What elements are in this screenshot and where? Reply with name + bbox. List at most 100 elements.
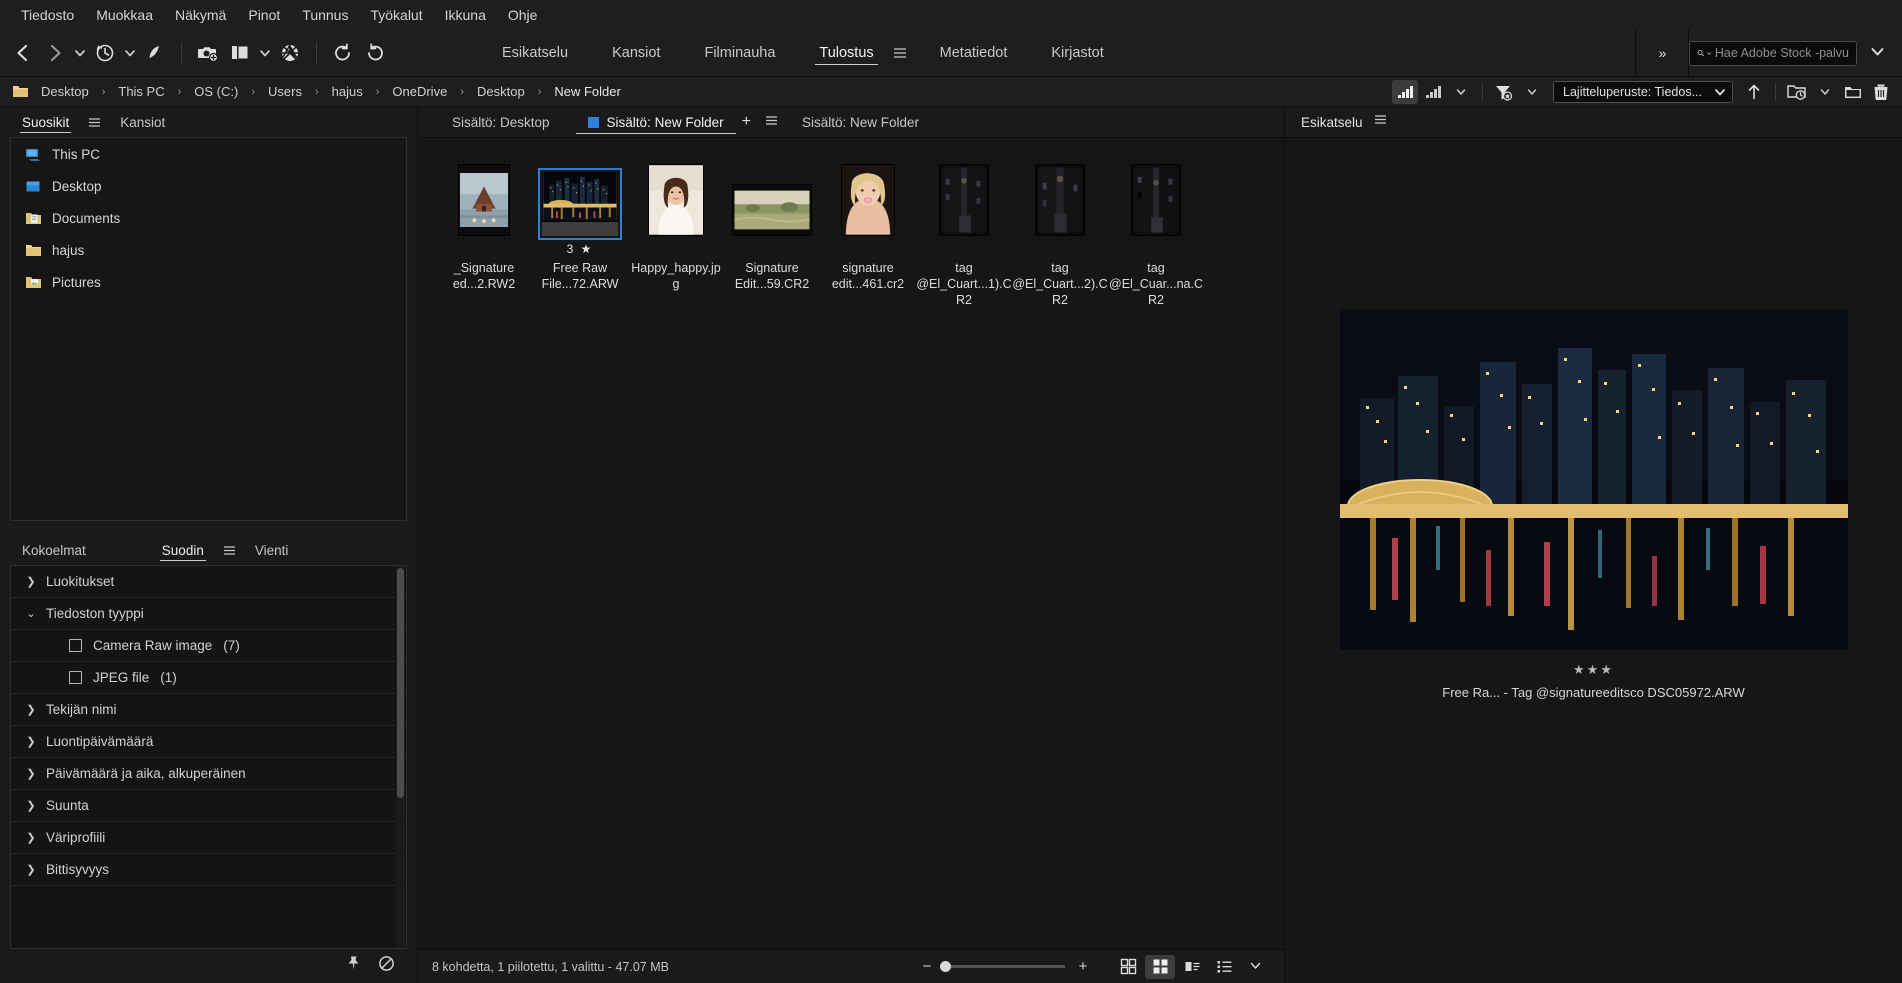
filter-funnel-icon[interactable] — [1491, 80, 1517, 104]
add-content-tab-button[interactable]: + — [736, 113, 757, 131]
breadcrumb-item-this-pc[interactable]: This PC — [112, 84, 170, 99]
tab-suodin[interactable]: Suodin — [152, 535, 214, 565]
breadcrumb-item-hajus[interactable]: hajus — [326, 84, 369, 99]
checkbox-camera-raw[interactable] — [69, 639, 82, 652]
tab-kokoelmat[interactable]: Kokoelmat — [12, 535, 96, 565]
favorite-item-documents[interactable]: Documents — [11, 202, 406, 234]
filter-option-jpeg[interactable]: JPEG file (1) — [11, 662, 406, 694]
view-options-chevron-down-icon[interactable] — [1241, 959, 1270, 975]
content-tab-new-folder-2[interactable]: Sisältö: New Folder — [790, 107, 931, 137]
favorite-item-pictures[interactable]: Pictures — [11, 266, 406, 298]
zoom-slider-track[interactable] — [940, 961, 1065, 972]
zoom-slider-knob[interactable] — [940, 961, 951, 972]
menu-item-ikkuna[interactable]: Ikkuna — [434, 4, 497, 26]
workspace-tab-tulostus[interactable]: Tulostus — [797, 29, 895, 77]
tab-vienti[interactable]: Vienti — [245, 535, 299, 565]
filter-row-paivamaara-ja-aika[interactable]: ❯ Päivämäärä ja aika, alkuperäinen — [11, 758, 406, 790]
tab-kansiot[interactable]: Kansiot — [110, 107, 175, 137]
filter-scrollbar-thumb[interactable] — [397, 568, 404, 798]
filter-rating-chevron-down-icon[interactable] — [1448, 80, 1474, 104]
pin-icon[interactable] — [345, 955, 362, 977]
favorite-item-this-pc[interactable]: This PC — [11, 138, 406, 170]
back-arrow-icon[interactable] — [8, 38, 38, 68]
menu-item-tiedosto[interactable]: Tiedosto — [10, 4, 85, 26]
stack-copy-icon[interactable] — [225, 38, 255, 68]
breadcrumb-item-desktop-2[interactable]: Desktop — [471, 84, 531, 99]
get-photos-camera-icon[interactable] — [193, 38, 223, 68]
thumbnail-item[interactable]: Signature Edit...59.CR2 — [724, 156, 820, 308]
filter-row-luokitukset[interactable]: ❯ Luokitukset — [11, 566, 406, 598]
sort-ascending-icon[interactable] — [1741, 80, 1767, 104]
history-clock-icon[interactable] — [90, 38, 120, 68]
breadcrumb-item-onedrive[interactable]: OneDrive — [386, 84, 453, 99]
stock-search-box[interactable]: Hae Adobe Stock -palvu — [1689, 40, 1857, 66]
workspace-tab-esikatselu[interactable]: Esikatselu — [480, 29, 590, 77]
recent-folder-chevron-down-icon[interactable] — [1812, 80, 1838, 104]
navigation-chevron-down-icon[interactable] — [72, 41, 88, 65]
thumbnail-item[interactable]: tag @El_Cuar...na.CR2 — [1108, 156, 1204, 308]
stock-panel-chevron-down-icon[interactable] — [1863, 43, 1892, 63]
details-view-button[interactable] — [1177, 955, 1207, 979]
new-folder-icon[interactable] — [1840, 80, 1866, 104]
menu-item-ohje[interactable]: Ohje — [497, 4, 549, 26]
menu-item-pinot[interactable]: Pinot — [237, 4, 291, 26]
history-chevron-down-icon[interactable] — [122, 41, 138, 65]
filter-row-luontipaivamaara[interactable]: ❯ Luontipäivämäärä — [11, 726, 406, 758]
delete-trash-icon[interactable] — [1868, 80, 1894, 104]
favorite-item-desktop[interactable]: Desktop — [11, 170, 406, 202]
content-panel-hamburger-icon[interactable] — [757, 113, 786, 131]
filter-row-tekijan-nimi[interactable]: ❯ Tekijän nimi — [11, 694, 406, 726]
thumbnail-item[interactable]: tag @El_Cuart...2).CR2 — [1012, 156, 1108, 308]
forward-arrow-icon[interactable] — [40, 38, 70, 68]
zoom-out-button[interactable]: − — [919, 958, 935, 975]
sort-dropdown[interactable]: Lajitteluperuste: Tiedos... — [1553, 81, 1733, 103]
clear-filter-icon[interactable] — [378, 955, 395, 977]
breadcrumb-item-desktop[interactable]: Desktop — [35, 84, 95, 99]
thumbnail-item[interactable]: signature edit...461.cr2 — [820, 156, 916, 308]
menu-item-nakyma[interactable]: Näkymä — [164, 4, 237, 26]
workspace-overflow-icon[interactable]: » — [1636, 29, 1688, 77]
thumbnail-view-button[interactable] — [1145, 954, 1175, 979]
breadcrumb-item-os-c[interactable]: OS (C:) — [188, 84, 244, 99]
content-tab-new-folder[interactable]: Sisältö: New Folder — [575, 107, 736, 137]
workspace-tab-filminauha[interactable]: Filminauha — [682, 29, 797, 77]
filter-funnel-chevron-down-icon[interactable] — [1519, 80, 1545, 104]
grid-view-button[interactable] — [1113, 955, 1143, 979]
filter-row-bittisyvyys[interactable]: ❯ Bittisyvyys — [11, 854, 406, 886]
zoom-in-button[interactable]: + — [1075, 958, 1091, 975]
filter-scrollbar[interactable] — [396, 566, 405, 948]
thumbnail-item[interactable]: _Signature ed...2.RW2 — [436, 156, 532, 308]
workspace-tab-kansiot[interactable]: Kansiot — [590, 29, 682, 77]
filter-option-camera-raw[interactable]: Camera Raw image (7) — [11, 630, 406, 662]
chevron-right-icon: ❯ — [26, 576, 36, 588]
filter-rating-menu-icon[interactable] — [1420, 80, 1446, 104]
thumbnail-item[interactable]: tag @El_Cuart...1).CR2 — [916, 156, 1012, 308]
filter-rating-high-icon[interactable] — [1392, 80, 1419, 104]
list-view-button[interactable] — [1209, 955, 1239, 979]
filter-panel-hamburger-icon[interactable] — [214, 535, 245, 565]
stack-chevron-down-icon[interactable] — [257, 41, 273, 65]
checkbox-jpeg[interactable] — [69, 671, 82, 684]
menu-item-tunnus[interactable]: Tunnus — [291, 4, 359, 26]
boomerang-recent-icon[interactable] — [140, 38, 170, 68]
rotate-counterclockwise-icon[interactable] — [328, 38, 358, 68]
content-tab-desktop[interactable]: Sisältö: Desktop — [440, 107, 562, 137]
thumbnail-item-selected[interactable]: 3 ★ Free Raw File...72.ARW — [532, 156, 628, 308]
favorite-item-hajus[interactable]: hajus — [11, 234, 406, 266]
breadcrumb-item-users[interactable]: Users — [262, 84, 308, 99]
filter-row-suunta[interactable]: ❯ Suunta — [11, 790, 406, 822]
workspace-tab-kirjastot[interactable]: Kirjastot — [1029, 29, 1125, 77]
filter-row-variprofiili[interactable]: ❯ Väriprofiili — [11, 822, 406, 854]
breadcrumb-item-new-folder[interactable]: New Folder — [548, 84, 626, 99]
workspace-tab-metatiedot[interactable]: Metatiedot — [918, 29, 1030, 77]
tab-suosikit[interactable]: Suosikit — [12, 107, 79, 137]
preview-panel-hamburger-icon[interactable] — [1373, 112, 1388, 132]
recent-folder-icon[interactable] — [1784, 80, 1810, 104]
aperture-icon[interactable] — [275, 38, 305, 68]
favorites-panel-hamburger-icon[interactable] — [79, 107, 110, 137]
rotate-clockwise-icon[interactable] — [360, 38, 390, 68]
thumbnail-item[interactable]: Happy_happy.jpg — [628, 156, 724, 308]
menu-item-muokkaa[interactable]: Muokkaa — [85, 4, 164, 26]
filter-row-tiedoston-tyyppi[interactable]: ⌄ Tiedoston tyyppi — [11, 598, 406, 630]
menu-item-tyokalut[interactable]: Työkalut — [359, 4, 433, 26]
